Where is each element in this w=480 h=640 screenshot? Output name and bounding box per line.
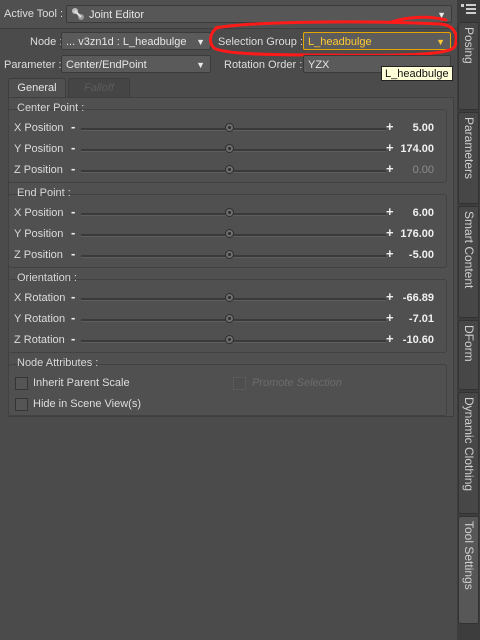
promote-selection-checkbox[interactable] [233, 377, 246, 390]
active-tool-label: Active Tool : [4, 8, 64, 20]
side-tab-parameters[interactable]: Parameters [458, 112, 479, 204]
end-point-title: End Point : [17, 187, 71, 199]
node-value: ... v3zn1d : L_headbulge [66, 36, 187, 48]
x-position-slider[interactable]: X Position - + 6.00 [14, 204, 434, 222]
y-rotation-slider[interactable]: Y Rotation - + -7.01 [14, 310, 434, 328]
y-position-slider[interactable]: Y Position - + 174.00 [14, 140, 434, 158]
tab-general[interactable]: General [8, 78, 66, 97]
slider-value[interactable]: -5.00 [384, 249, 434, 261]
parameter-dropdown[interactable]: Center/EndPoint ▼ [61, 55, 211, 73]
slider-label: Z Rotation [14, 334, 65, 346]
side-tab-label: DForm [462, 325, 476, 362]
slider-value[interactable]: 176.00 [384, 228, 434, 240]
side-tab-smart-content[interactable]: Smart Content [458, 206, 479, 318]
slider-knob[interactable] [225, 293, 234, 302]
slider-knob[interactable] [225, 165, 234, 174]
decrement-button[interactable]: - [71, 140, 75, 155]
slider-knob[interactable] [225, 208, 234, 217]
selection-group-tooltip: L_headbulge [381, 66, 453, 81]
decrement-button[interactable]: - [71, 225, 75, 240]
decrement-button[interactable]: - [71, 331, 75, 346]
decrement-button[interactable]: - [71, 246, 75, 261]
slider-label: Z Position [14, 249, 63, 261]
panel-menu-icon[interactable] [459, 1, 479, 18]
side-tab-tool-settings[interactable]: Tool Settings [458, 516, 479, 624]
orientation-title: Orientation : [17, 272, 77, 284]
inherit-parent-scale-label: Inherit Parent Scale [33, 377, 130, 389]
decrement-button[interactable]: - [71, 161, 75, 176]
y-position-slider[interactable]: Y Position - + 176.00 [14, 225, 434, 243]
side-tab-dform[interactable]: DForm [458, 320, 479, 390]
parameter-label: Parameter : [4, 59, 62, 71]
x-rotation-slider[interactable]: X Rotation - + -66.89 [14, 289, 434, 307]
side-tab-label: Posing [462, 27, 476, 64]
z-rotation-slider[interactable]: Z Rotation - + -10.60 [14, 331, 434, 349]
x-position-slider[interactable]: X Position - + 5.00 [14, 119, 434, 137]
decrement-button[interactable]: - [71, 310, 75, 325]
side-tab-posing[interactable]: Posing [458, 22, 479, 110]
tool-settings-pane: Active Tool : Joint Editor ▼ Node : ... … [0, 0, 458, 640]
rotation-order-label: Rotation Order : [224, 59, 303, 71]
z-position-slider[interactable]: Z Position - + -5.00 [14, 246, 434, 264]
side-tab-label: Tool Settings [462, 521, 476, 590]
chevron-down-icon: ▼ [196, 60, 205, 70]
side-tab-dynamic-clothing[interactable]: Dynamic Clothing [458, 392, 479, 514]
slider-knob[interactable] [225, 314, 234, 323]
inherit-parent-scale-checkbox[interactable] [15, 377, 28, 390]
side-tab-label: Dynamic Clothing [462, 397, 476, 492]
decrement-button[interactable]: - [71, 204, 75, 219]
slider-knob[interactable] [225, 144, 234, 153]
slider-label: Z Position [14, 164, 63, 176]
slider-value[interactable]: 6.00 [384, 207, 434, 219]
side-tab-label: Smart Content [462, 211, 476, 289]
parameter-value: Center/EndPoint [66, 59, 147, 71]
slider-value[interactable]: 174.00 [384, 143, 434, 155]
slider-knob[interactable] [225, 123, 234, 132]
slider-label: Y Position [14, 143, 64, 155]
side-tab-label: Parameters [462, 117, 476, 180]
slider-value[interactable]: 0.00 [384, 164, 434, 176]
center-point-title: Center Point : [17, 102, 85, 114]
slider-knob[interactable] [225, 250, 234, 259]
decrement-button[interactable]: - [71, 119, 75, 134]
slider-label: Y Position [14, 228, 64, 240]
slider-value[interactable]: -10.60 [384, 334, 434, 346]
tab-falloff[interactable]: Falloff [68, 78, 130, 97]
node-attributes-title: Node Attributes : [17, 357, 99, 369]
hide-in-scene-view-checkbox[interactable] [15, 398, 28, 411]
active-tool-value: Joint Editor [89, 9, 145, 21]
chevron-down-icon: ▼ [196, 37, 205, 47]
decrement-button[interactable]: - [71, 289, 75, 304]
slider-label: X Position [14, 122, 64, 134]
hide-in-scene-view-label: Hide in Scene View(s) [33, 398, 142, 410]
z-position-slider[interactable]: Z Position - + 0.00 [14, 161, 434, 179]
promote-selection-label: Promote Selection [252, 377, 342, 389]
slider-label: X Rotation [14, 292, 66, 304]
red-highlight-annotation [209, 15, 458, 57]
rotation-order-value: YZX [308, 59, 330, 71]
slider-label: Y Rotation [14, 313, 66, 325]
slider-label: X Position [14, 207, 64, 219]
slider-knob[interactable] [225, 229, 234, 238]
slider-knob[interactable] [225, 335, 234, 344]
joint-editor-icon [71, 7, 85, 21]
node-label: Node : [30, 36, 63, 48]
node-dropdown[interactable]: ... v3zn1d : L_headbulge ▼ [61, 32, 211, 50]
slider-value[interactable]: 5.00 [384, 122, 434, 134]
slider-value[interactable]: -66.89 [384, 292, 434, 304]
slider-value[interactable]: -7.01 [384, 313, 434, 325]
